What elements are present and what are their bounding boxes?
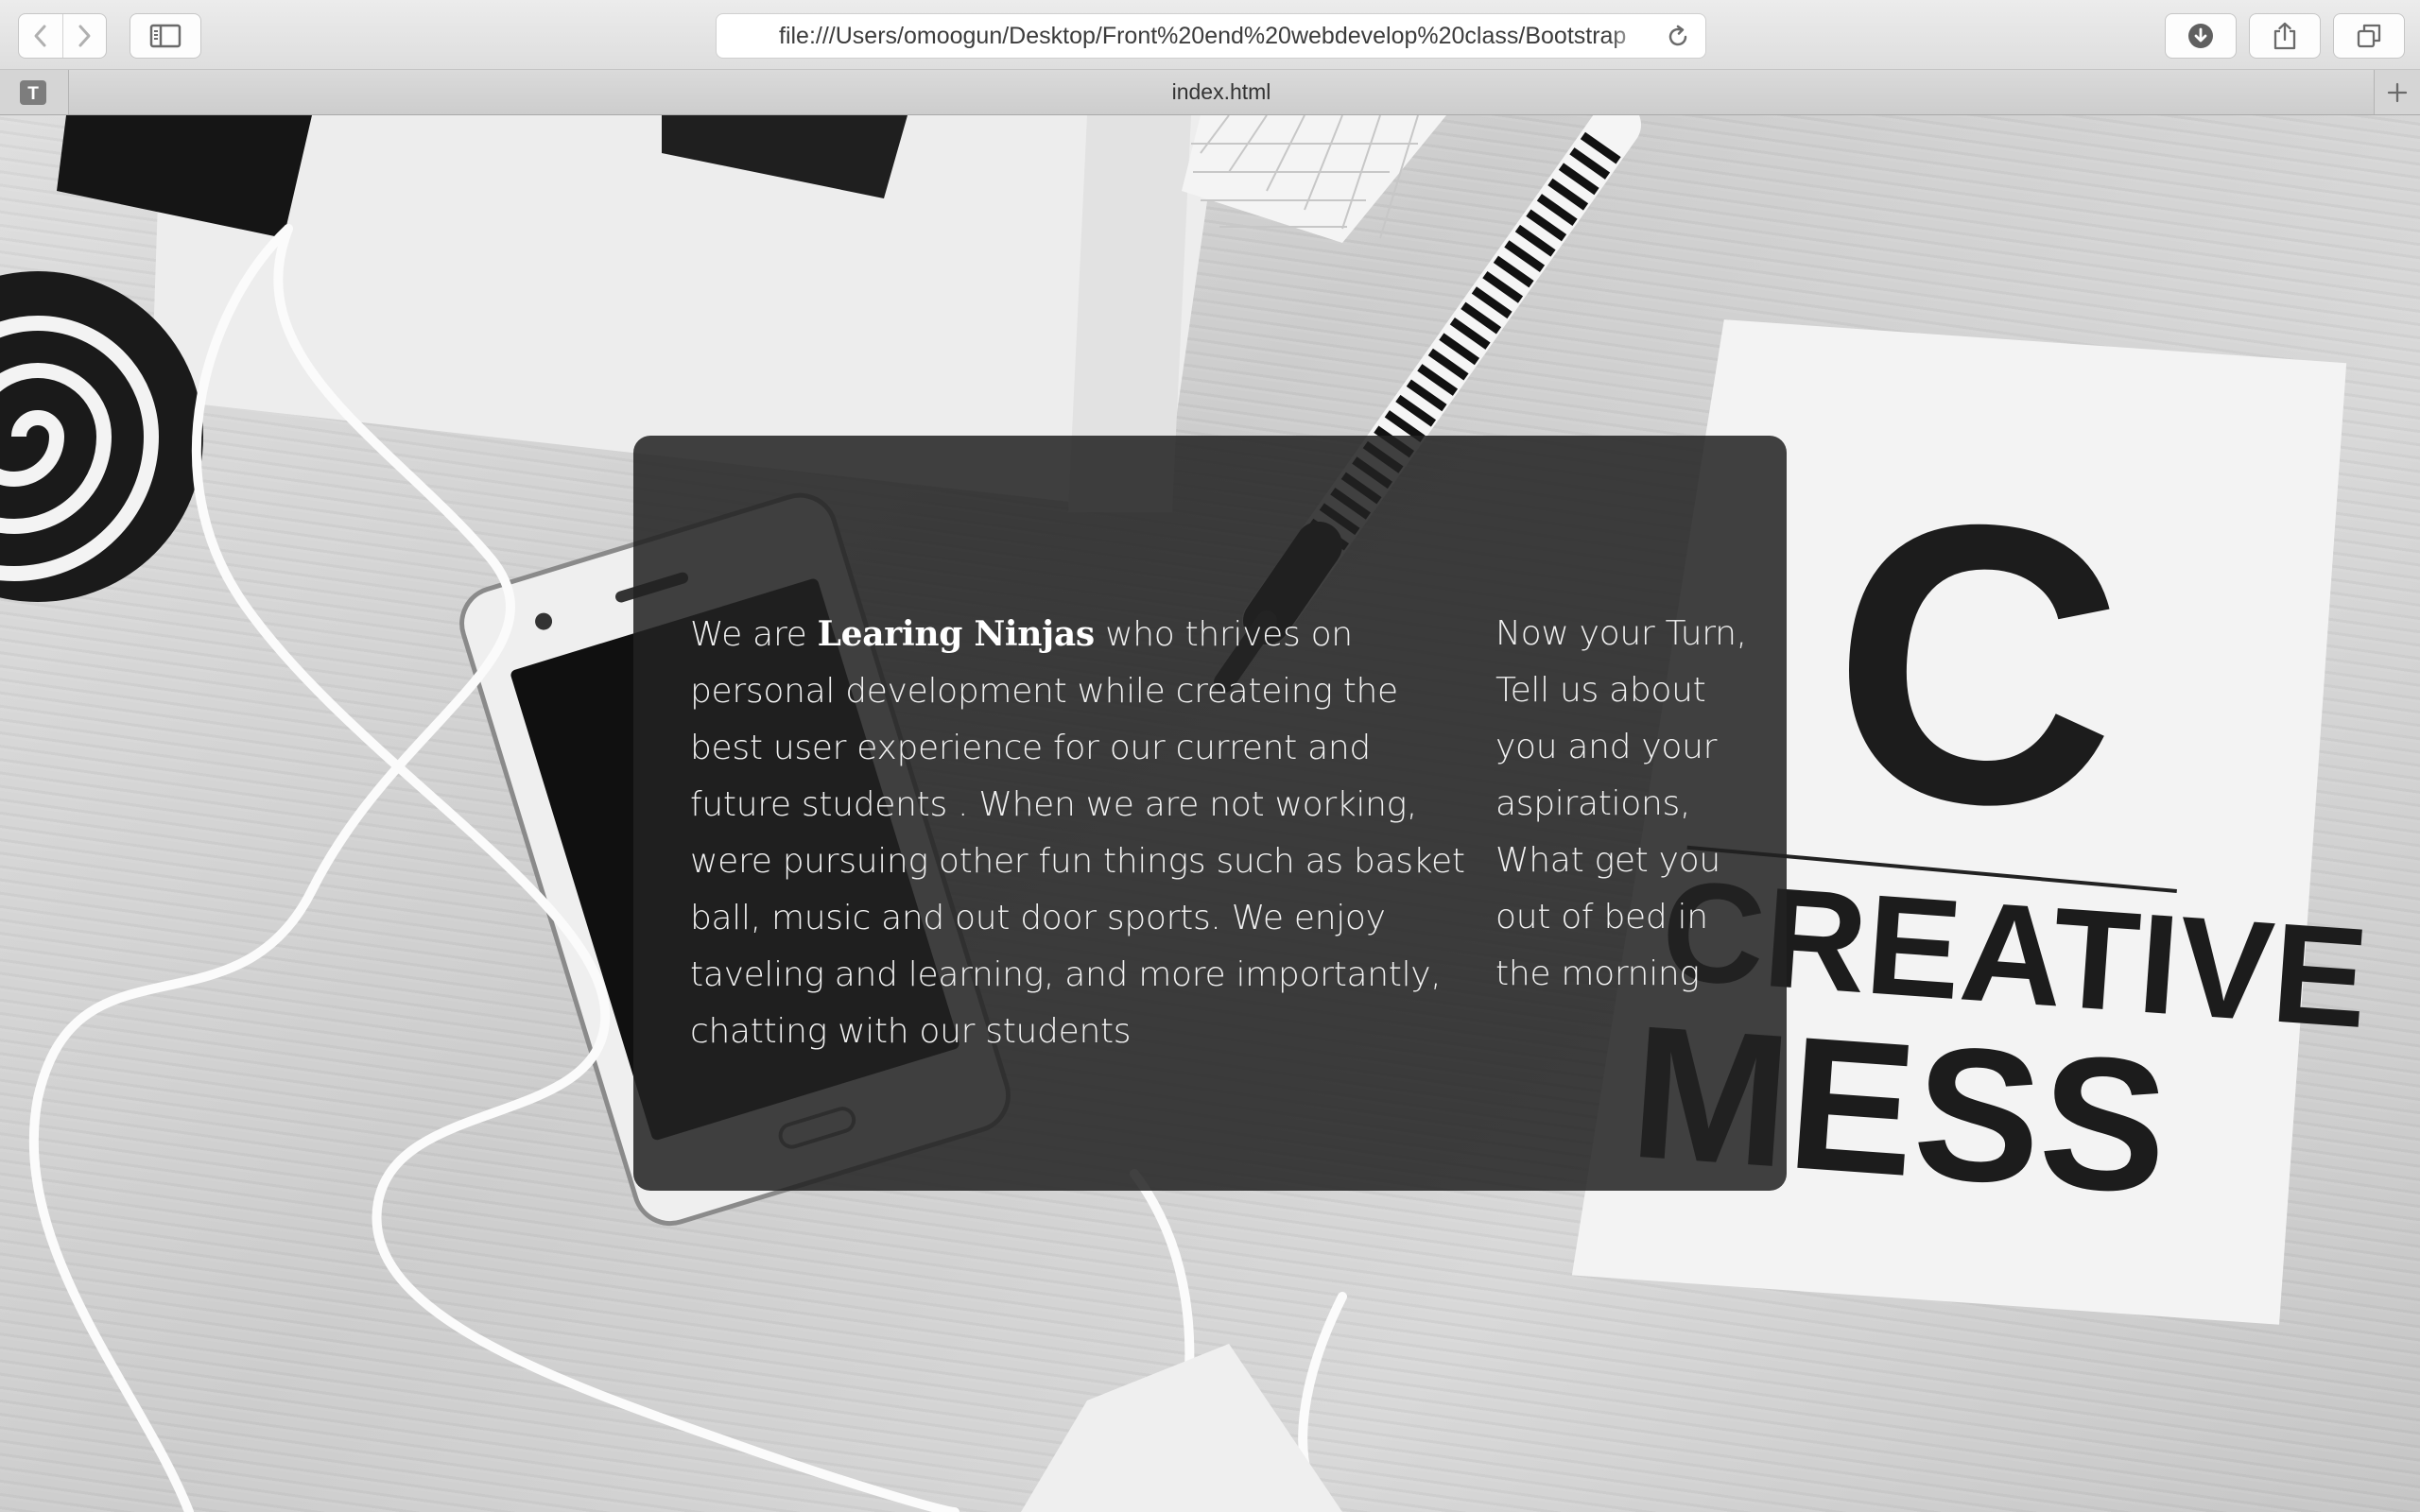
new-tab-button[interactable] xyxy=(2375,70,2420,114)
address-bar[interactable]: file:///Users/omoogun/Desktop/Front%20en… xyxy=(716,13,1706,59)
pinned-tab-favicon[interactable]: T xyxy=(17,79,49,106)
grid-paper xyxy=(1182,115,1446,243)
tab-bar: T index.html xyxy=(0,70,2420,115)
forward-button[interactable] xyxy=(61,14,107,58)
back-icon xyxy=(34,25,46,47)
bottom-paper xyxy=(1021,1344,1342,1512)
browser-toolbar: file:///Users/omoogun/Desktop/Front%20en… xyxy=(0,0,2420,70)
tab-title: index.html xyxy=(1171,79,1271,104)
page-viewport: C CREATIVE MESS We are Learing Ninjas wh… xyxy=(0,115,2420,1512)
about-us-card: We are Learing Ninjas who thrives on per… xyxy=(633,436,1787,1191)
back-button[interactable] xyxy=(19,14,62,58)
notebook-letter: C xyxy=(1818,434,2135,896)
about-us-paragraph: We are Learing Ninjas who thrives on per… xyxy=(690,606,1477,1060)
favicon-icon: T xyxy=(20,80,46,105)
brand-name: Learing Ninjas xyxy=(817,614,1096,654)
tabs-overview-icon xyxy=(2357,24,2381,48)
reload-icon xyxy=(1668,25,1687,46)
share-icon xyxy=(2273,22,2296,50)
sidebar-icon xyxy=(149,24,182,48)
favicon-letter: T xyxy=(27,84,39,104)
intro-before: We are xyxy=(690,615,807,654)
sidebar-toggle-button[interactable] xyxy=(130,13,201,59)
your-turn-prompt: Now your Turn, Tell us about you and you… xyxy=(1495,614,1747,993)
plus-icon xyxy=(2387,82,2408,102)
tab-overview-button[interactable] xyxy=(2333,13,2405,59)
downloads-button[interactable] xyxy=(2165,13,2237,59)
intro-after: who thrives on personal development whil… xyxy=(690,615,1465,1051)
url-text: file:///Users/omoogun/Desktop/Front%20en… xyxy=(779,23,1627,49)
forward-icon xyxy=(78,25,91,47)
share-button[interactable] xyxy=(2249,13,2321,59)
reload-button[interactable] xyxy=(1664,23,1692,51)
download-icon xyxy=(2188,24,2213,48)
history-navigation xyxy=(18,13,107,59)
url-fade xyxy=(1609,16,1647,56)
tab-index[interactable]: index.html xyxy=(68,70,2375,114)
